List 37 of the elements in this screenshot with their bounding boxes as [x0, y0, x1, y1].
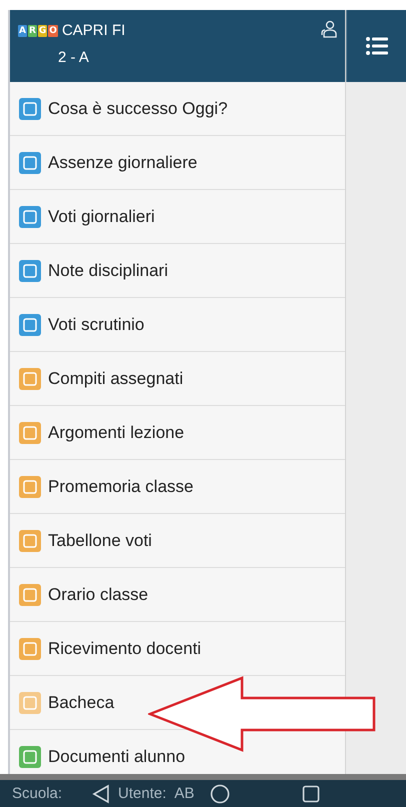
menu-item-icon	[19, 638, 41, 660]
menu-item[interactable]: Ricevimento docenti	[19, 638, 202, 660]
home-icon[interactable]	[210, 784, 230, 804]
menu-item-icon	[19, 692, 41, 714]
menu-item-icon	[19, 260, 41, 282]
menu-item[interactable]: Cosa è successo Oggi?	[19, 98, 228, 120]
menu-item[interactable]: Assenze giornaliere	[19, 152, 198, 174]
menu-item-icon	[19, 422, 41, 444]
menu-item[interactable]: Bacheca	[19, 692, 114, 714]
school-name: CAPRI FI	[62, 22, 126, 39]
menu-item[interactable]: Compiti assegnati	[19, 368, 184, 390]
school-label: Scuola:	[12, 785, 62, 802]
back-icon[interactable]	[92, 784, 110, 804]
menu-item-icon	[19, 314, 41, 336]
menu-item[interactable]: Documenti alunno	[19, 746, 186, 768]
user-value: AB	[174, 785, 194, 802]
user-icon[interactable]	[321, 20, 337, 38]
menu-icon[interactable]	[366, 37, 388, 55]
menu-item[interactable]: Voti scrutinio	[19, 314, 144, 336]
menu-item-icon	[19, 152, 41, 174]
menu-item-icon	[19, 206, 41, 228]
user-label: Utente:	[118, 785, 166, 802]
menu-item-icon	[19, 368, 41, 390]
menu-item[interactable]: Orario classe	[19, 584, 148, 606]
menu-item-icon	[19, 476, 41, 498]
menu-item[interactable]: Argomenti lezione	[19, 422, 184, 444]
recents-icon[interactable]	[302, 784, 320, 802]
logo: A R G O	[18, 24, 58, 36]
menu-item[interactable]: Note disciplinari	[19, 260, 168, 282]
menu-item[interactable]: Voti giornalieri	[19, 206, 155, 228]
menu-item[interactable]: Promemoria classe	[19, 476, 194, 498]
menu-item-icon	[19, 746, 41, 768]
menu-item-icon	[19, 584, 41, 606]
menu-item[interactable]: Tabellone voti	[19, 530, 152, 552]
menu-item-icon	[19, 530, 41, 552]
class-name: 2 - A	[58, 49, 89, 66]
menu-item-icon	[19, 98, 41, 120]
